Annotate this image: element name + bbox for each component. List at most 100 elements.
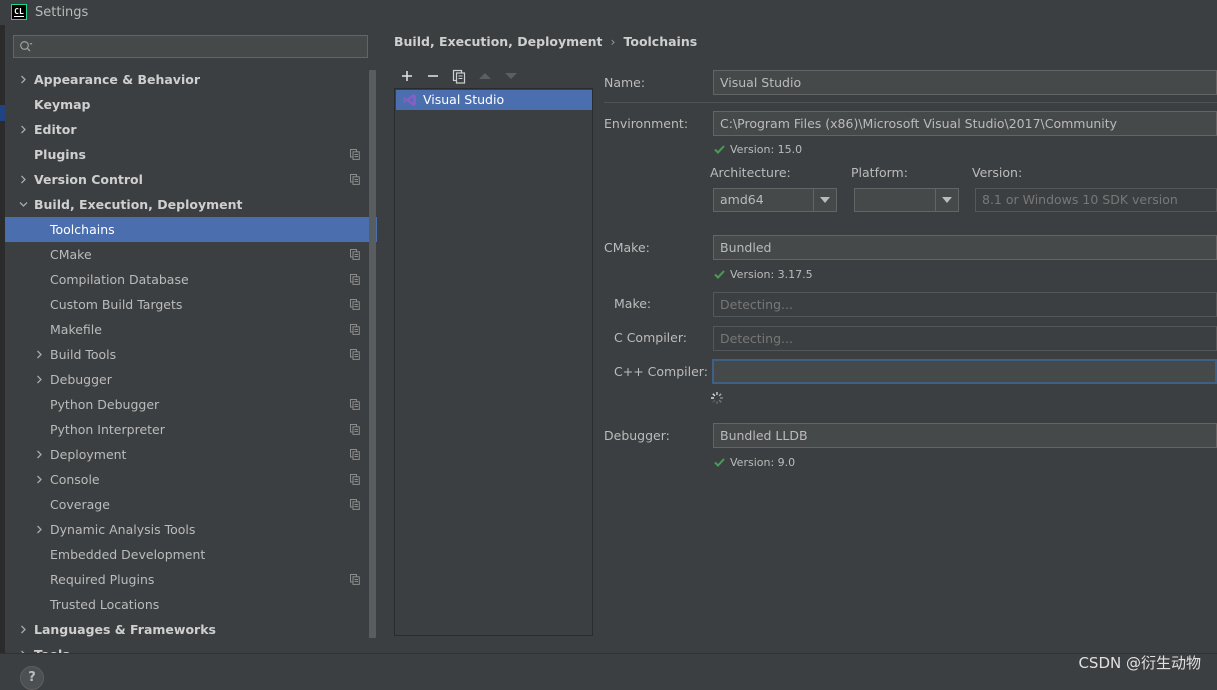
architecture-value: amd64: [720, 192, 764, 207]
check-icon: [714, 270, 725, 279]
sidebar-item-required-plugins[interactable]: Required Plugins: [5, 567, 377, 592]
help-button[interactable]: ?: [20, 666, 44, 690]
project-level-icon: [350, 499, 360, 510]
search-input[interactable]: [36, 38, 365, 57]
sidebar-item-build-execution-deployment[interactable]: Build, Execution, Deployment: [5, 192, 377, 217]
sidebar-item-label: Debugger: [50, 372, 112, 387]
sidebar-item-label: Console: [50, 472, 100, 487]
chevron-right-icon[interactable]: [35, 525, 44, 534]
sidebar-item-plugins[interactable]: Plugins: [5, 142, 377, 167]
sidebar-item-label: CMake: [50, 247, 92, 262]
make-label: Make:: [614, 296, 652, 311]
sidebar-item-compilation-database[interactable]: Compilation Database: [5, 267, 377, 292]
toolchain-item-label: Visual Studio: [423, 92, 505, 107]
debugger-label: Debugger:: [604, 428, 670, 443]
chevron-right-icon[interactable]: [35, 375, 44, 384]
cmake-label: CMake:: [604, 240, 650, 255]
sdk-version-field[interactable]: 8.1 or Windows 10 SDK version: [975, 188, 1217, 212]
debugger-version-text: Version: 9.0: [730, 456, 796, 469]
sidebar-item-label: Trusted Locations: [50, 597, 160, 612]
sidebar-item-label: Required Plugins: [50, 572, 155, 587]
sidebar-item-makefile[interactable]: Makefile: [5, 317, 377, 342]
sidebar-item-deployment[interactable]: Deployment: [5, 442, 377, 467]
check-icon: [714, 458, 725, 467]
sidebar-item-languages-frameworks[interactable]: Languages & Frameworks: [5, 617, 377, 642]
environment-status: Version: 15.0: [714, 143, 802, 156]
project-level-icon: [350, 149, 360, 160]
sidebar-item-keymap[interactable]: Keymap: [5, 92, 377, 117]
sidebar-item-custom-build-targets[interactable]: Custom Build Targets: [5, 292, 377, 317]
sidebar-item-label: Python Debugger: [50, 397, 160, 412]
toolchain-item-visual-studio[interactable]: Visual Studio: [396, 90, 592, 110]
sidebar-item-label: Languages & Frameworks: [34, 622, 216, 637]
project-level-icon: [350, 574, 360, 585]
sidebar-item-dynamic-analysis-tools[interactable]: Dynamic Analysis Tools: [5, 517, 377, 542]
sidebar-item-python-debugger[interactable]: Python Debugger: [5, 392, 377, 417]
chevron-right-icon[interactable]: [19, 75, 28, 84]
sidebar-item-version-control[interactable]: Version Control: [5, 167, 377, 192]
settings-content: Build, Execution, Deployment › Toolchains: [377, 25, 1217, 653]
watermark: CSDN @衍生动物: [1078, 654, 1201, 672]
chevron-right-icon[interactable]: [19, 175, 28, 184]
cpp-compiler-label: C++ Compiler:: [614, 364, 708, 379]
sidebar-item-label: Version Control: [34, 172, 143, 187]
sidebar-item-console[interactable]: Console: [5, 467, 377, 492]
form-divider: [604, 102, 1217, 103]
sidebar-item-label: Build, Execution, Deployment: [34, 197, 243, 212]
platform-dropdown[interactable]: [854, 188, 959, 212]
chevron-down-icon[interactable]: [935, 189, 958, 211]
project-level-icon: [350, 349, 360, 360]
platform-label: Platform:: [851, 165, 908, 180]
check-icon: [714, 145, 725, 154]
sidebar-item-label: Toolchains: [50, 222, 115, 237]
cpp-compiler-field[interactable]: [712, 359, 1217, 384]
sidebar-item-label: Deployment: [50, 447, 127, 462]
chevron-right-icon[interactable]: [19, 125, 28, 134]
c-compiler-field[interactable]: Detecting...: [713, 326, 1217, 351]
sidebar-item-coverage[interactable]: Coverage: [5, 492, 377, 517]
make-field[interactable]: Detecting...: [713, 292, 1217, 317]
remove-icon[interactable]: [424, 67, 442, 85]
move-up-icon[interactable]: [476, 67, 494, 85]
sidebar-item-cmake[interactable]: CMake: [5, 242, 377, 267]
environment-path-field[interactable]: C:\Program Files (x86)\Microsoft Visual …: [713, 111, 1217, 136]
dialog-footer: ? CSDN @衍生动物: [0, 653, 1217, 690]
toolchains-list: Visual Studio: [394, 88, 593, 636]
chevron-right-icon[interactable]: [19, 625, 28, 634]
breadcrumb-parent[interactable]: Build, Execution, Deployment: [394, 34, 602, 49]
sidebar-item-editor[interactable]: Editor: [5, 117, 377, 142]
sidebar-item-toolchains[interactable]: Toolchains: [5, 217, 377, 242]
name-field[interactable]: Visual Studio: [713, 70, 1217, 95]
sidebar-item-debugger[interactable]: Debugger: [5, 367, 377, 392]
move-down-icon[interactable]: [502, 67, 520, 85]
project-level-icon: [350, 299, 360, 310]
sidebar-item-label: Coverage: [50, 497, 110, 512]
sidebar-item-embedded-development[interactable]: Embedded Development: [5, 542, 377, 567]
debugger-field[interactable]: Bundled LLDB: [713, 423, 1217, 448]
sidebar-item-python-interpreter[interactable]: Python Interpreter: [5, 417, 377, 442]
sidebar-item-label: Makefile: [50, 322, 102, 337]
settings-search-box[interactable]: [13, 35, 368, 58]
add-icon[interactable]: [398, 67, 416, 85]
clion-logo-icon: CL: [11, 4, 27, 20]
breadcrumb: Build, Execution, Deployment › Toolchains: [394, 34, 697, 49]
sidebar-item-label: Editor: [34, 122, 77, 137]
chevron-down-icon[interactable]: [813, 189, 836, 211]
search-icon: [20, 41, 33, 52]
chevron-right-icon[interactable]: [35, 450, 44, 459]
sidebar-item-label: Python Interpreter: [50, 422, 165, 437]
architecture-label: Architecture:: [710, 165, 791, 180]
architecture-dropdown[interactable]: amd64: [713, 188, 837, 212]
project-level-icon: [350, 449, 360, 460]
sidebar-item-build-tools[interactable]: Build Tools: [5, 342, 377, 367]
chevron-right-icon[interactable]: [35, 475, 44, 484]
chevron-right-icon[interactable]: [35, 350, 44, 359]
sidebar-item-label: Build Tools: [50, 347, 117, 362]
copy-icon[interactable]: [450, 67, 468, 85]
sidebar-item-appearance-behavior[interactable]: Appearance & Behavior: [5, 67, 377, 92]
sidebar-item-trusted-locations[interactable]: Trusted Locations: [5, 592, 377, 617]
chevron-down-icon[interactable]: [19, 200, 28, 209]
sidebar-item-label: Keymap: [34, 97, 91, 112]
cmake-field[interactable]: Bundled: [713, 235, 1217, 260]
sidebar-scrollbar[interactable]: [369, 70, 376, 638]
